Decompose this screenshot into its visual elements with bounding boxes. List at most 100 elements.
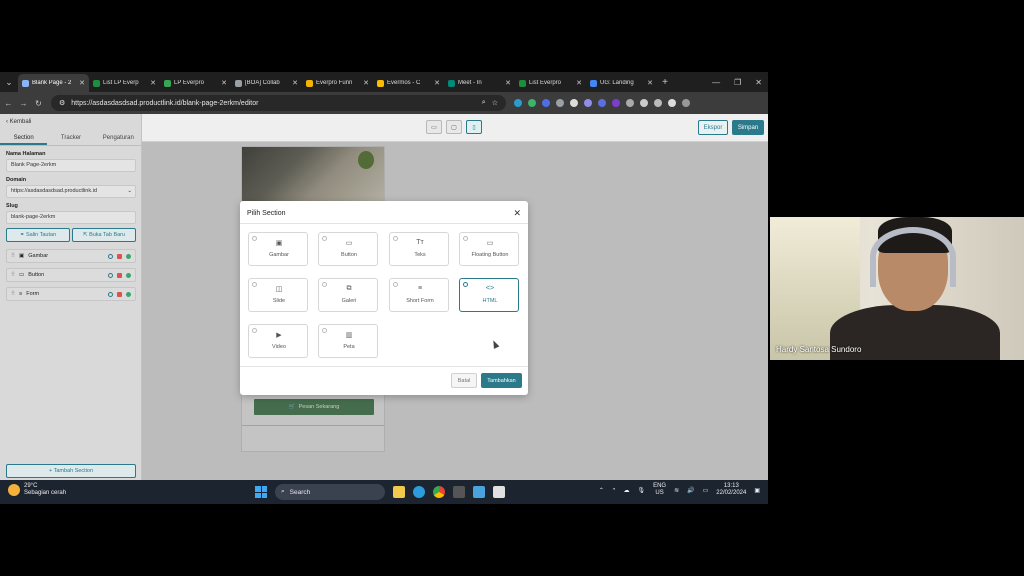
visibility-icon[interactable] xyxy=(126,291,131,297)
battery-icon[interactable]: ▭ xyxy=(703,487,709,494)
cloud-icon[interactable]: ☁ xyxy=(623,487,629,494)
tab-tracker[interactable]: Tracker xyxy=(47,132,94,145)
extension-icon[interactable] xyxy=(528,99,536,107)
tab-5[interactable]: Evermos - C ✕ xyxy=(373,74,444,92)
copy-icon[interactable] xyxy=(108,253,113,259)
close-icon[interactable]: ✕ xyxy=(513,208,521,219)
weather-widget[interactable]: 29°C Sebagian cerah xyxy=(8,483,66,497)
delete-icon[interactable] xyxy=(117,291,122,297)
close-icon[interactable]: ✕ xyxy=(576,79,582,87)
menu-icon[interactable] xyxy=(682,99,690,107)
edge-icon[interactable] xyxy=(413,486,425,498)
drag-handle-icon[interactable]: ⠿ xyxy=(11,291,15,297)
tab-7[interactable]: List Everpro ✕ xyxy=(515,74,586,92)
windows-start-icon[interactable] xyxy=(255,486,267,498)
tab-4[interactable]: Everpro Funn ✕ xyxy=(302,74,373,92)
language-indicator[interactable]: ENG US xyxy=(653,483,666,497)
taskbar-search[interactable]: ⌕ Search xyxy=(275,484,385,500)
salin-tautan-button[interactable]: ⚭ Salin Tautan xyxy=(6,228,70,242)
forward-icon[interactable]: → xyxy=(17,99,30,108)
extension-icon[interactable] xyxy=(570,99,578,107)
tab-pengaturan[interactable]: Pengaturan xyxy=(95,132,142,145)
desktop-view-icon[interactable]: ▭ xyxy=(426,120,442,134)
tab-1[interactable]: List LP Everp ✕ xyxy=(89,74,160,92)
copy-icon[interactable] xyxy=(108,272,113,278)
visibility-icon[interactable] xyxy=(126,253,131,259)
app-icon[interactable] xyxy=(493,486,505,498)
nama-halaman-input[interactable]: Blank Page-2erkm xyxy=(6,159,136,172)
extension-icon[interactable] xyxy=(542,99,550,107)
slug-input[interactable]: blank-page-2erkm xyxy=(6,211,136,224)
notion-icon[interactable] xyxy=(453,486,465,498)
option-button[interactable]: ▭ Button xyxy=(318,232,378,266)
extension-icon[interactable] xyxy=(514,99,522,107)
section-item-gambar[interactable]: ⠿ ▣ Gambar xyxy=(6,249,136,263)
close-icon[interactable]: ✕ xyxy=(434,79,440,87)
option-video[interactable]: ▶ Video xyxy=(248,324,308,358)
simpan-button[interactable]: Simpan xyxy=(732,120,764,135)
option-gambar[interactable]: ▣ Gambar xyxy=(248,232,308,266)
close-window-icon[interactable]: ✕ xyxy=(755,78,762,87)
option-peta[interactable]: ▥ Peta xyxy=(318,324,378,358)
option-slide[interactable]: ◫ Slide xyxy=(248,278,308,312)
drag-handle-icon[interactable]: ⠿ xyxy=(11,272,15,278)
download-icon[interactable] xyxy=(640,99,648,107)
volume-icon[interactable]: 🔊 xyxy=(687,487,694,494)
tab-8[interactable]: UG: Landing ✕ xyxy=(586,74,657,92)
drag-handle-icon[interactable]: ⠿ xyxy=(11,253,15,259)
tablet-view-icon[interactable]: ▢ xyxy=(446,120,462,134)
close-icon[interactable]: ✕ xyxy=(150,79,156,87)
zoom-icon[interactable]: ⌕ xyxy=(482,99,486,107)
visibility-icon[interactable] xyxy=(126,272,131,278)
close-icon[interactable]: ✕ xyxy=(221,79,227,87)
extension-icon[interactable] xyxy=(612,99,620,107)
buka-tab-baru-button[interactable]: ⇱ Buka Tab Baru xyxy=(72,228,136,242)
profile-icon[interactable] xyxy=(668,99,676,107)
option-html[interactable]: <> HTML xyxy=(459,278,519,312)
wifi-icon[interactable]: ≋ xyxy=(674,487,679,494)
reload-icon[interactable]: ↻ xyxy=(32,99,45,108)
close-icon[interactable]: ✕ xyxy=(363,79,369,87)
back-link[interactable]: ‹ Kembali xyxy=(6,119,31,125)
new-tab-icon[interactable]: + xyxy=(657,77,673,88)
option-galeri[interactable]: ⧉ Galeri xyxy=(318,278,378,312)
section-item-form[interactable]: ⠿ ≡ Form xyxy=(6,287,136,301)
back-icon[interactable]: ← xyxy=(2,99,15,108)
minimize-icon[interactable]: — xyxy=(712,78,720,87)
app-icon[interactable] xyxy=(473,486,485,498)
extension-icon[interactable] xyxy=(598,99,606,107)
tab-3[interactable]: [BOA] Collab ✕ xyxy=(231,74,302,92)
close-icon[interactable]: ✕ xyxy=(79,79,85,87)
microphone-icon[interactable]: 🎙 xyxy=(637,487,645,494)
ekspor-button[interactable]: Ekspor xyxy=(698,120,728,135)
tab-2[interactable]: LP Everpro ✕ xyxy=(160,74,231,92)
restore-icon[interactable]: ❐ xyxy=(734,78,741,87)
option-floating-button[interactable]: ▭ Floating Button xyxy=(459,232,519,266)
option-short-form[interactable]: ≡ Short Form xyxy=(389,278,449,312)
site-info-icon[interactable]: ⚙ xyxy=(59,99,65,107)
file-explorer-icon[interactable] xyxy=(393,486,405,498)
notification-icon[interactable]: ▣ xyxy=(754,487,760,494)
bookmark-star-icon[interactable]: ☆ xyxy=(492,99,498,107)
tab-0[interactable]: Blank Page - 2 ✕ xyxy=(18,74,89,92)
close-icon[interactable]: ✕ xyxy=(292,79,298,87)
delete-icon[interactable] xyxy=(117,272,122,278)
sidepanel-icon[interactable] xyxy=(654,99,662,107)
chevron-up-icon[interactable]: ⌃ xyxy=(599,487,604,494)
tab-6[interactable]: Meet - In ✕ xyxy=(444,74,515,92)
tambahkan-button[interactable]: Tambahkan xyxy=(481,373,522,388)
mobile-view-icon[interactable]: ▯ xyxy=(466,120,482,134)
delete-icon[interactable] xyxy=(117,253,122,259)
close-icon[interactable]: ✕ xyxy=(505,79,511,87)
copy-icon[interactable] xyxy=(108,291,113,297)
tab-search-icon[interactable]: ⌄ xyxy=(0,72,18,92)
close-icon[interactable]: ✕ xyxy=(647,79,653,87)
tray-app-icon[interactable]: ◔ xyxy=(612,487,616,493)
batal-button[interactable]: Batal xyxy=(451,373,477,388)
extension-icon[interactable] xyxy=(584,99,592,107)
option-teks[interactable]: Tт Teks xyxy=(389,232,449,266)
puzzle-icon[interactable] xyxy=(626,99,634,107)
section-item-button[interactable]: ⠿ ▭ Button xyxy=(6,268,136,282)
tambah-section-button[interactable]: + Tambah Section xyxy=(6,464,136,478)
clock[interactable]: 13:13 22/02/2024 xyxy=(716,483,746,497)
